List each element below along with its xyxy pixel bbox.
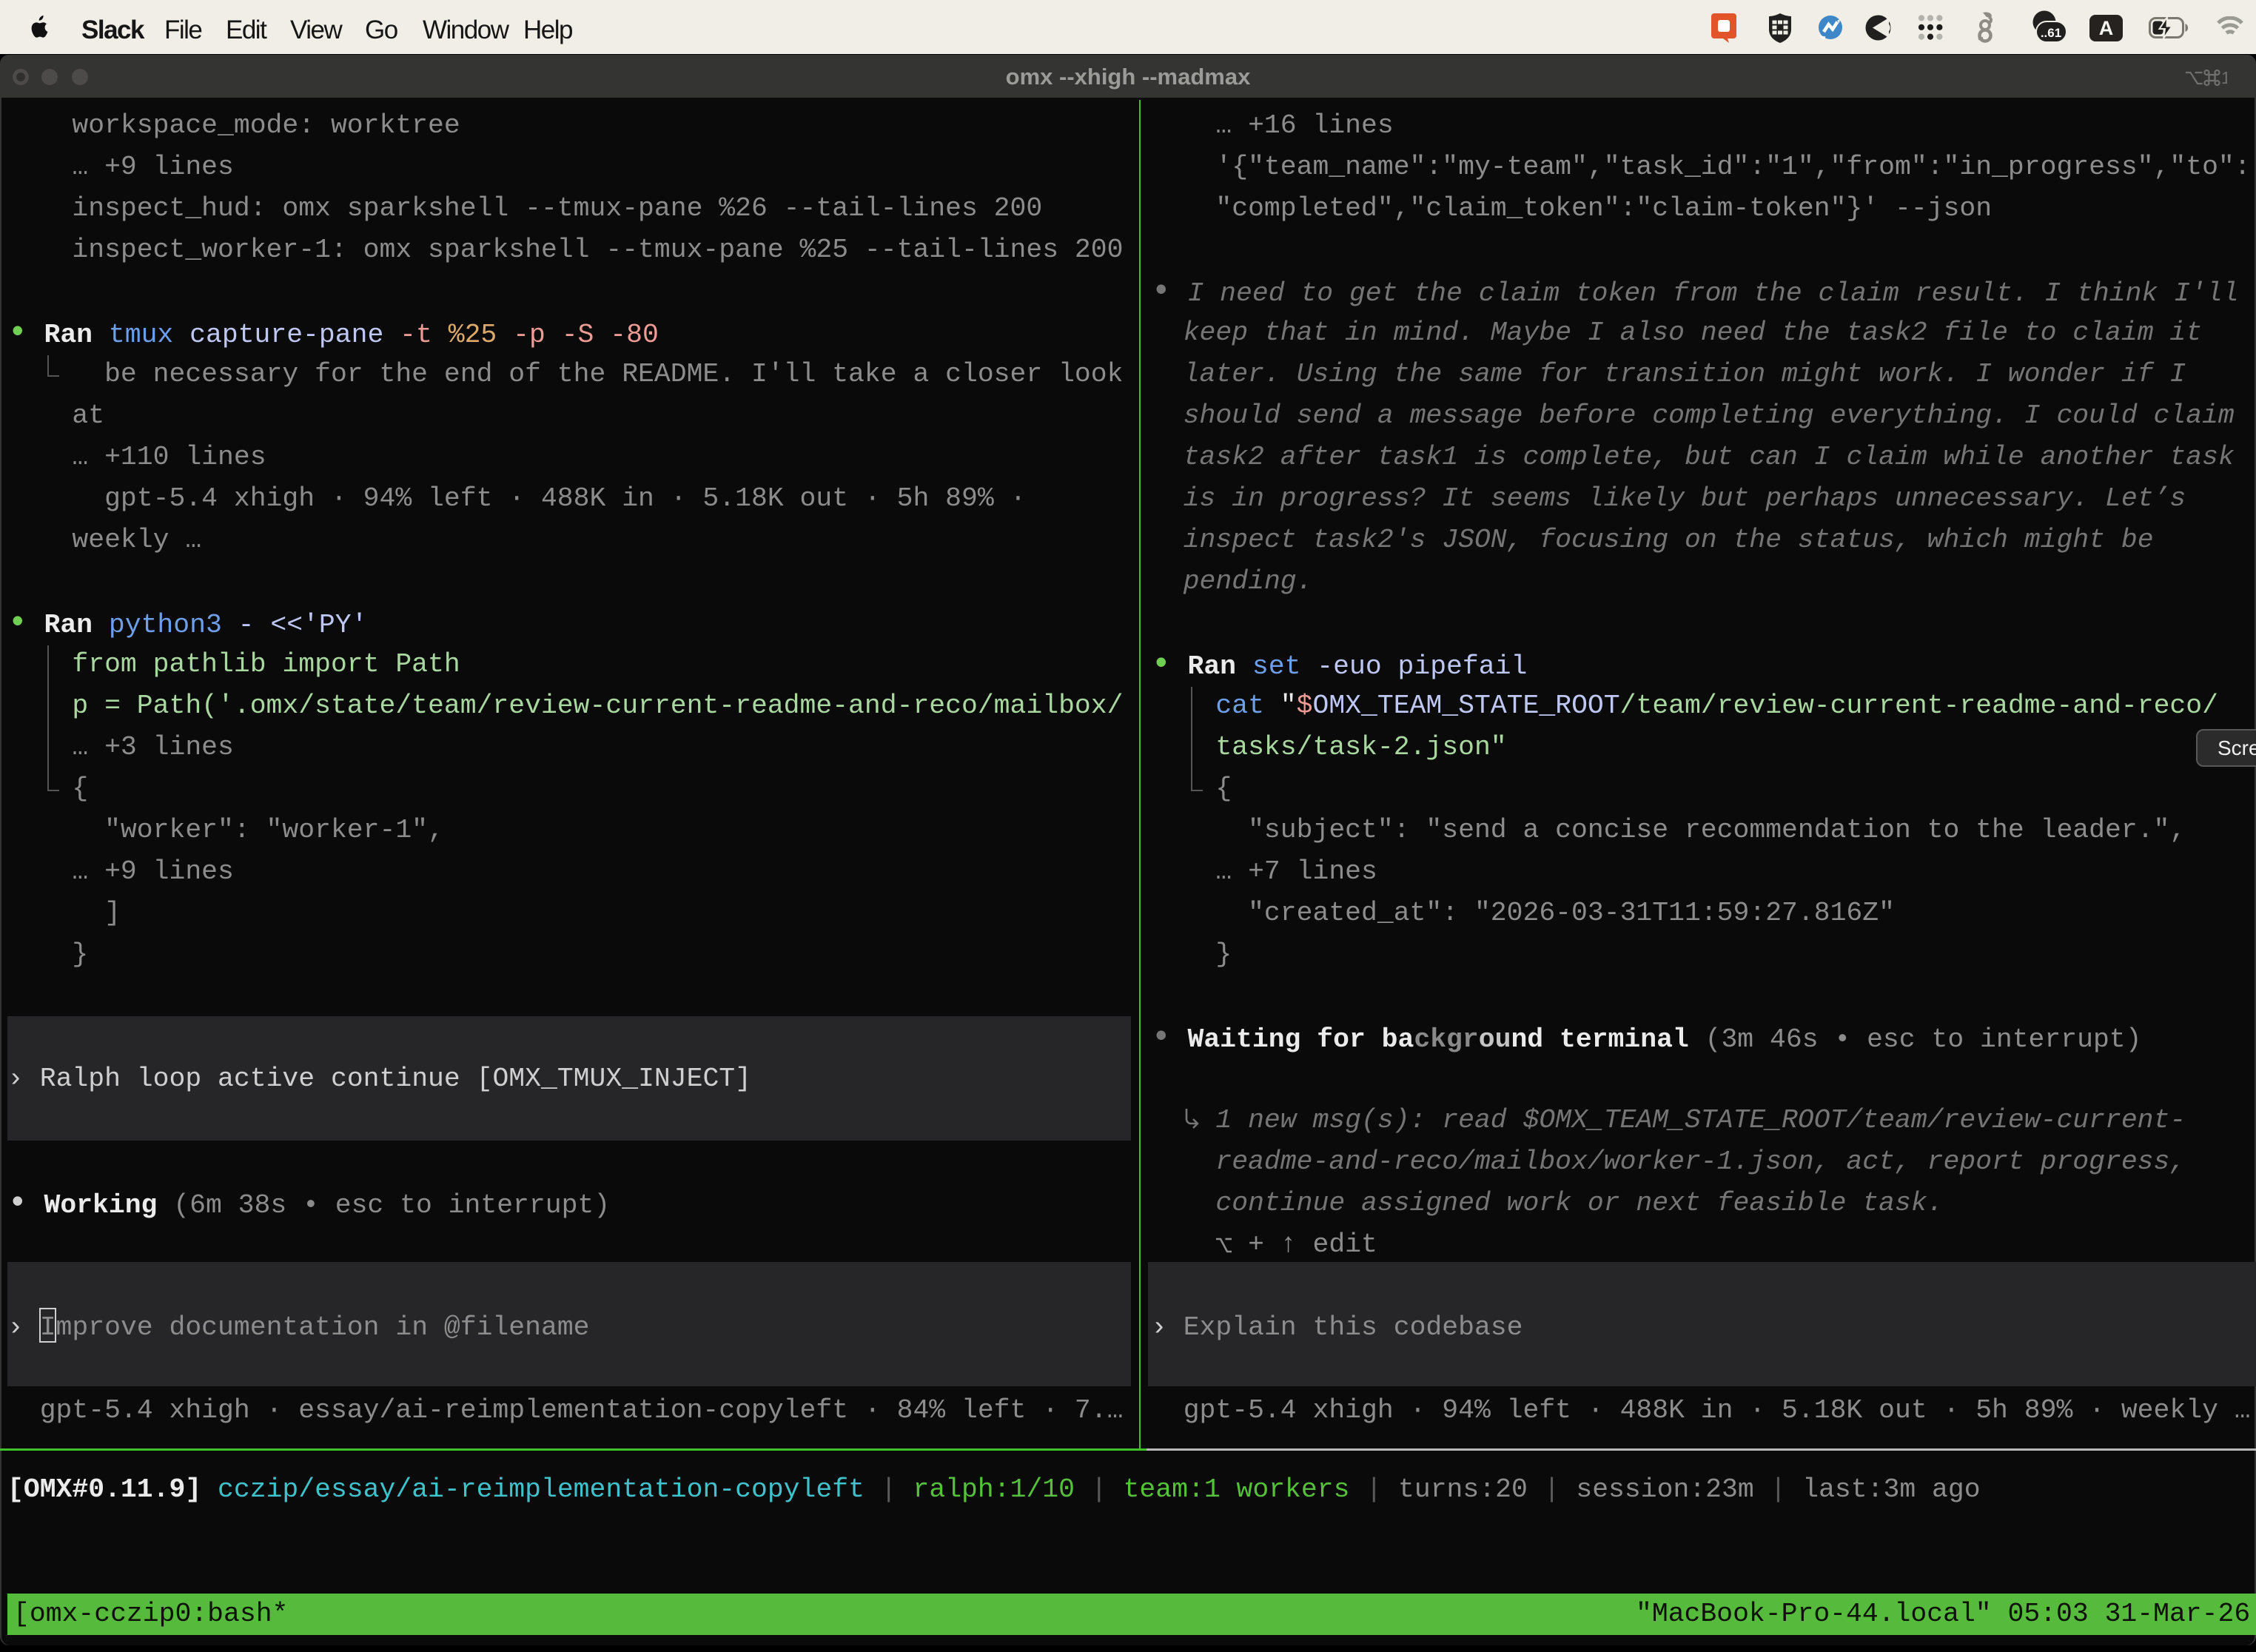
svg-text:1: 1 <box>2221 69 2227 87</box>
svg-text:..61: ..61 <box>2041 26 2061 40</box>
